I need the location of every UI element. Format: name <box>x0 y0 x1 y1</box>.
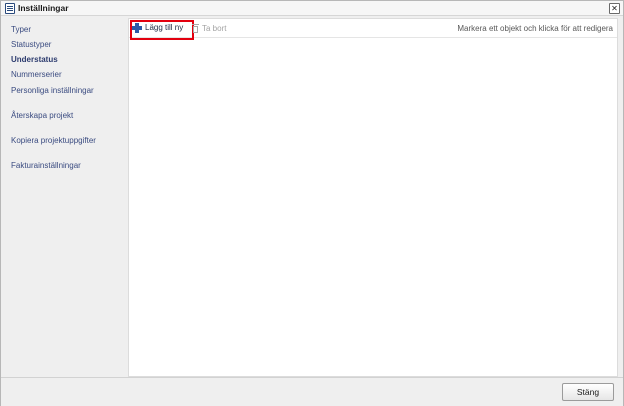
sidebar-item-aterskapa-projekt[interactable]: Återskapa projekt <box>11 111 73 121</box>
dialog-footer <box>1 377 623 406</box>
title-bar: Inställningar ✕ <box>1 1 623 16</box>
sidebar-item-statustyper[interactable]: Statustyper <box>11 40 51 50</box>
settings-sidebar: Typer Statustyper Understatus Nummerseri… <box>5 18 125 375</box>
sidebar-item-kopiera-projektuppgifter[interactable]: Kopiera projektuppgifter <box>11 136 96 146</box>
sidebar-item-typer[interactable]: Typer <box>11 25 31 35</box>
close-icon[interactable]: ✕ <box>609 3 620 14</box>
document-icon <box>5 3 15 14</box>
window-title: Inställningar <box>18 3 69 13</box>
trash-icon <box>192 24 199 33</box>
add-new-button[interactable]: Lägg till ny <box>130 20 194 40</box>
settings-window: Inställningar ✕ Typer Statustyper Unders… <box>0 0 624 406</box>
delete-button[interactable]: Ta bort <box>192 23 226 34</box>
sidebar-item-understatus[interactable]: Understatus <box>11 55 58 65</box>
sidebar-item-nummerserier[interactable]: Nummerserier <box>11 70 62 80</box>
edit-hint: Markera ett objekt och klicka för att re… <box>457 24 613 33</box>
sidebar-item-fakturainstallningar[interactable]: Fakturainställningar <box>11 161 81 171</box>
sidebar-item-personliga-installningar[interactable]: Personliga inställningar <box>11 86 94 96</box>
toolbar: Lägg till ny Ta bort Markera ett objekt … <box>129 19 617 40</box>
add-new-label: Lägg till ny <box>145 23 184 32</box>
delete-label: Ta bort <box>202 23 227 33</box>
close-dialog-button[interactable]: Stäng <box>562 383 614 401</box>
plus-icon <box>132 23 142 33</box>
content-panel: Lägg till ny Ta bort Markera ett objekt … <box>128 18 618 377</box>
